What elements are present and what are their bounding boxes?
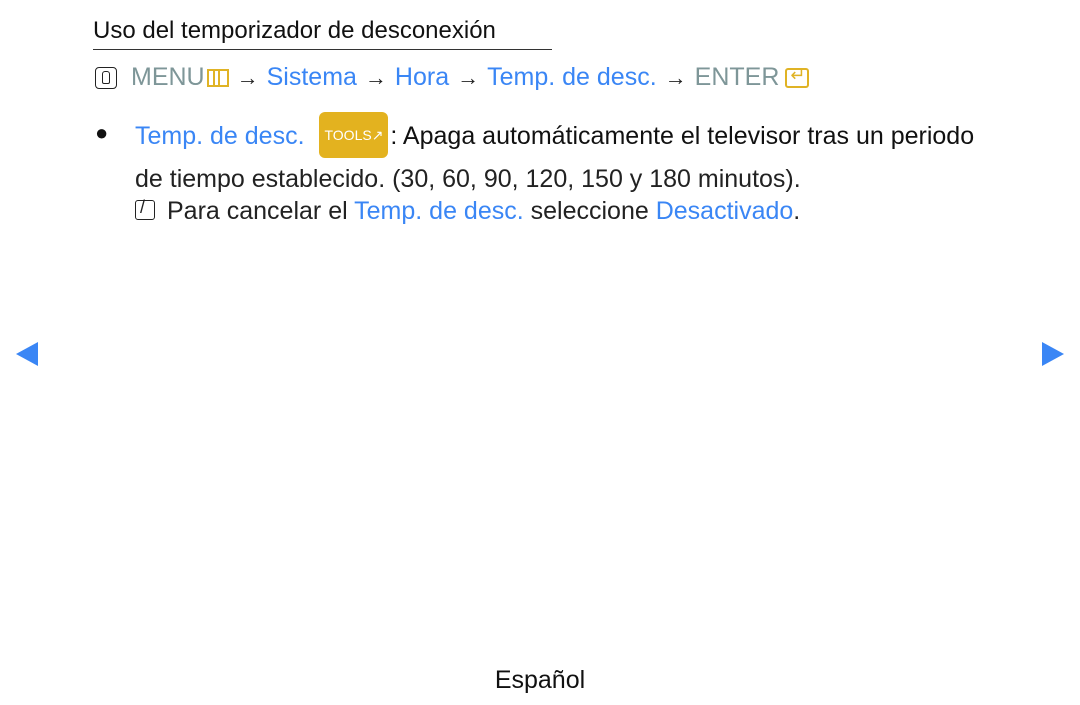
path-item-temp-desc[interactable]: Temp. de desc. bbox=[487, 63, 657, 92]
description-line2: de tiempo establecido. (30, 60, 90, 120,… bbox=[135, 165, 801, 193]
item-description: ● Temp. de desc. TOOLS↗: Apaga automátic… bbox=[95, 112, 1025, 200]
arrow-icon: → bbox=[236, 64, 259, 90]
remote-hand-icon bbox=[95, 66, 117, 89]
previous-page-arrow-icon[interactable] bbox=[16, 342, 38, 366]
path-item-sistema[interactable]: Sistema bbox=[267, 63, 357, 92]
note-middle: seleccione bbox=[523, 197, 656, 225]
tools-glyph: ↗ bbox=[371, 127, 384, 143]
next-page-arrow-icon[interactable] bbox=[1042, 342, 1064, 366]
note-prefix: Para cancelar el bbox=[167, 197, 355, 225]
tools-label: TOOLS bbox=[324, 127, 372, 143]
path-menu: MENU bbox=[131, 63, 205, 91]
section-title: Uso del temporizador de desconexión bbox=[93, 17, 552, 50]
item-name[interactable]: Temp. de desc. bbox=[135, 122, 305, 150]
arrow-icon: → bbox=[364, 64, 387, 90]
description-line1: : Apaga automáticamente el televisor tra… bbox=[390, 122, 975, 150]
path-enter: ENTER bbox=[694, 63, 780, 91]
note-icon bbox=[135, 197, 155, 220]
arrow-icon: → bbox=[457, 64, 480, 90]
note-link-desactivado[interactable]: Desactivado bbox=[656, 197, 794, 225]
enter-icon bbox=[785, 65, 810, 88]
footer-language: Español bbox=[494, 666, 586, 694]
arrow-icon: → bbox=[664, 64, 687, 90]
bullet-icon: ● bbox=[95, 120, 109, 145]
note-link-temp-desc[interactable]: Temp. de desc. bbox=[354, 197, 524, 225]
note-suffix: . bbox=[793, 197, 801, 225]
menu-path: MENU → Sistema → Hora → Temp. de desc. →… bbox=[95, 63, 810, 92]
note: Para cancelar el Temp. de desc. seleccio… bbox=[135, 197, 800, 226]
menu-icon bbox=[206, 68, 229, 87]
path-item-hora[interactable]: Hora bbox=[395, 63, 449, 92]
tools-icon: TOOLS↗ bbox=[319, 112, 389, 158]
